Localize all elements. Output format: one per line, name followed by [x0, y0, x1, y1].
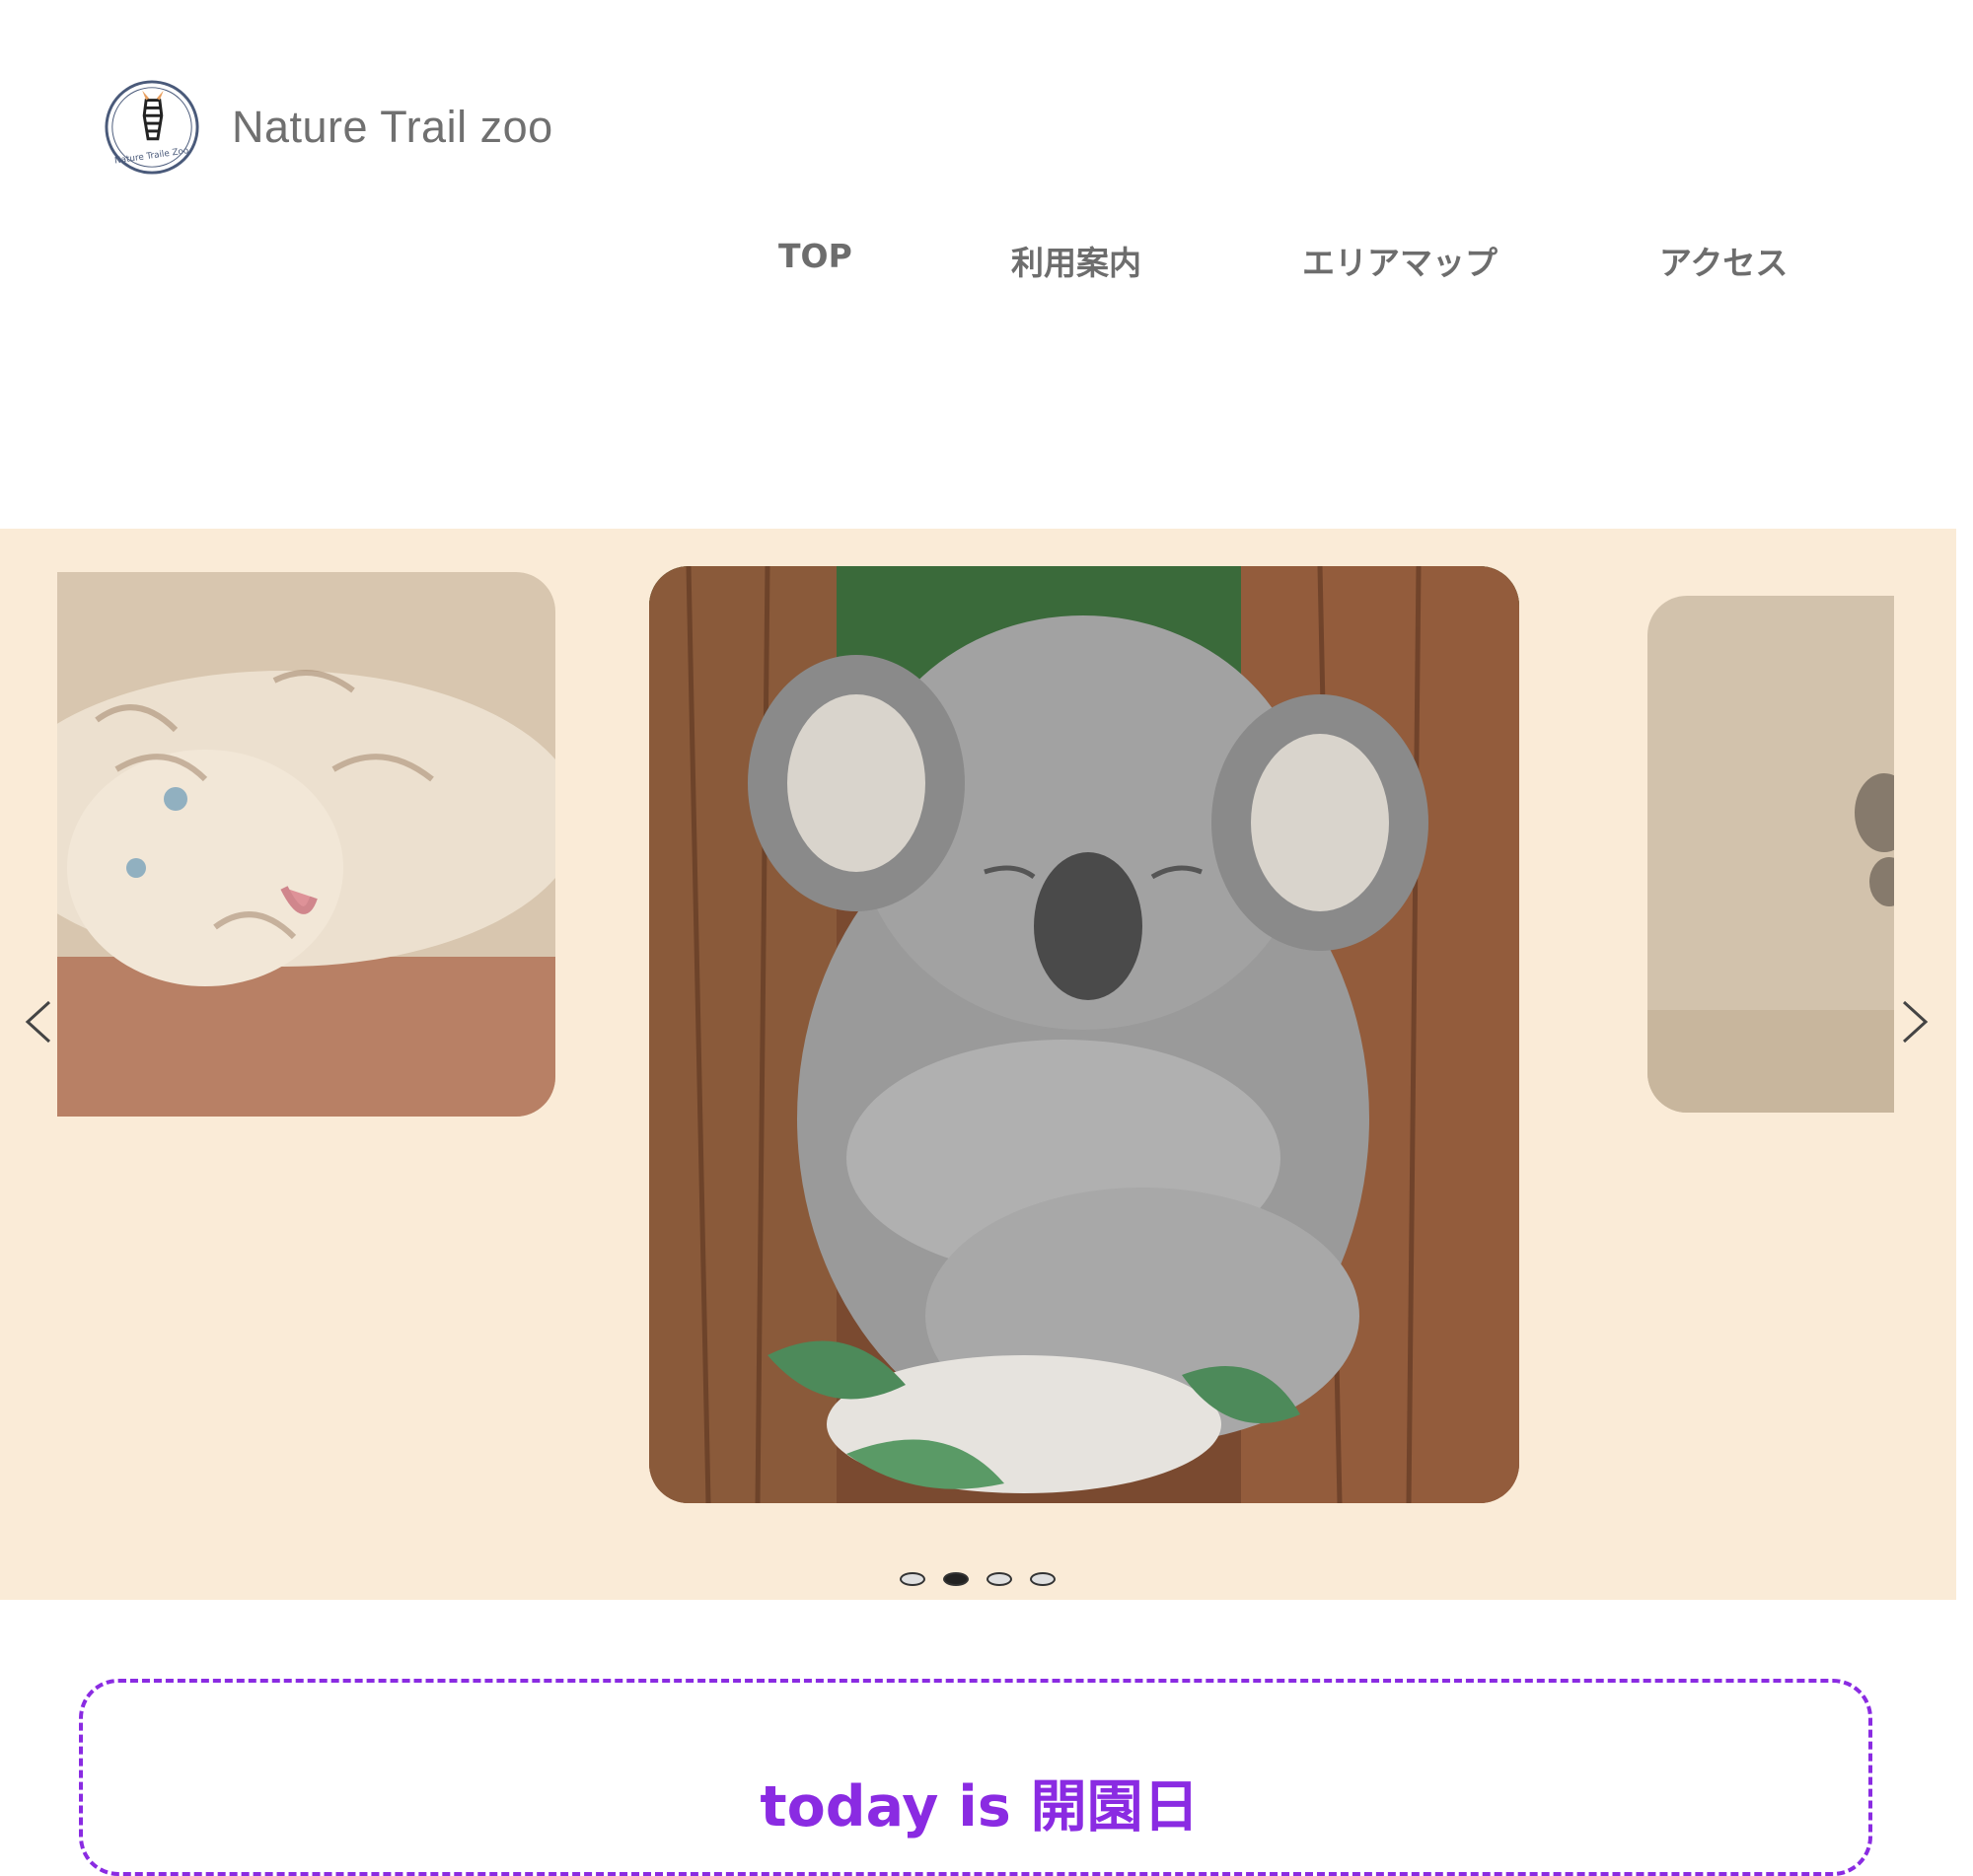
carousel-next-button[interactable]: [1894, 973, 1937, 1071]
slide-next[interactable]: [1647, 596, 1894, 1113]
carousel-prev-button[interactable]: [16, 973, 59, 1071]
zebra-logo-icon: Nature Traile Zoo: [105, 80, 199, 175]
site-title: Nature Trail zoo: [232, 102, 553, 152]
today-status-box: today is 開園日: [79, 1679, 1872, 1876]
nav-item-area-map[interactable]: エリアマップ: [1302, 237, 1498, 284]
carousel-pagination: [900, 1572, 1056, 1586]
today-status-title: today is 開園日: [83, 1762, 1876, 1842]
site-logo[interactable]: Nature Traile Zoo Nature Trail zoo: [104, 79, 553, 176]
chevron-left-icon: [25, 1000, 51, 1044]
slide-prev[interactable]: [57, 572, 555, 1117]
animal-photo-icon: [1647, 596, 1894, 1113]
slide-current[interactable]: [649, 566, 1519, 1503]
nav-item-guide[interactable]: 利用案内: [1011, 237, 1141, 284]
hero-carousel: [0, 529, 1956, 1600]
carousel-dot-2[interactable]: [943, 1572, 969, 1586]
chevron-right-icon: [1902, 1000, 1929, 1044]
carousel-dot-4[interactable]: [1030, 1572, 1056, 1586]
tiger-photo-icon: [57, 572, 555, 1117]
carousel-dot-3[interactable]: [986, 1572, 1012, 1586]
today-prefix: today is: [760, 1774, 1011, 1840]
nav-item-access[interactable]: アクセス: [1659, 237, 1788, 284]
nav-item-top[interactable]: TOP: [778, 237, 852, 275]
today-status: 開園日: [1030, 1774, 1200, 1840]
main-nav: TOP 利用案内 エリアマップ アクセス: [0, 237, 1973, 296]
carousel-dot-1[interactable]: [900, 1572, 925, 1586]
koala-photo-icon: [649, 566, 1519, 1503]
